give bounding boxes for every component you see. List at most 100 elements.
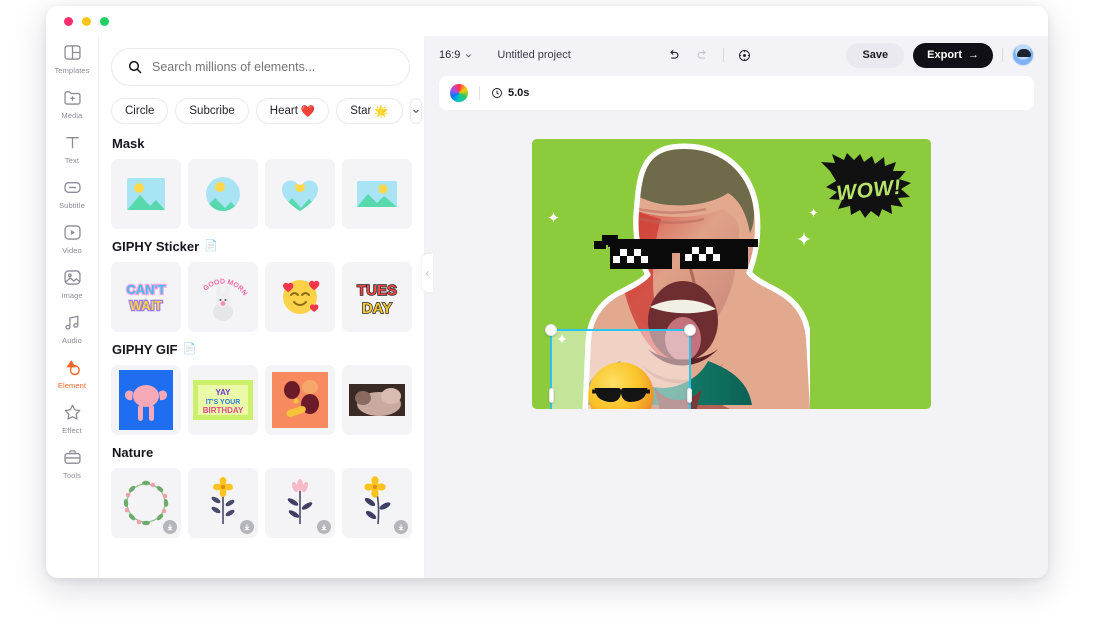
nature-yellow-daisy-thumb[interactable]	[342, 468, 412, 538]
wow-text: WOW!	[835, 175, 903, 206]
element-list[interactable]: Mask GIPHY Sticker 📄 CAN'T WAIT GOOD MOR…	[99, 136, 424, 538]
mask-circle-thumb[interactable]	[188, 159, 258, 229]
sidebar-item-media[interactable]: Media	[46, 81, 98, 125]
redo-button[interactable]	[694, 47, 711, 64]
resize-handle-middle-right[interactable]	[687, 387, 692, 403]
toolbar-divider	[1002, 48, 1003, 62]
svg-text:YAY: YAY	[216, 388, 232, 397]
sticker-smiling-hearts-thumb[interactable]	[265, 262, 335, 332]
chip-more-button[interactable]	[409, 98, 422, 124]
sidebar-item-effect[interactable]: Effect	[46, 396, 98, 440]
clock-icon	[492, 88, 502, 98]
search-icon	[128, 60, 142, 74]
heart-emoji-icon: ❤️	[300, 106, 316, 118]
media-folder-plus-icon	[63, 90, 81, 105]
download-badge[interactable]	[394, 520, 408, 534]
project-name[interactable]: Untitled project	[497, 49, 570, 61]
search-area	[99, 36, 424, 86]
minimize-window-button[interactable]	[82, 17, 91, 26]
section-label: Mask	[112, 136, 145, 151]
svg-text:BIRTHDAY: BIRTHDAY	[203, 406, 244, 415]
cool-sunglasses-emoji[interactable]	[582, 356, 660, 410]
sidebar-item-audio[interactable]: Audio	[46, 306, 98, 350]
gif-cat-photo-thumb[interactable]	[342, 365, 412, 435]
gif-strong-brain-icon	[119, 370, 173, 430]
gif-strong-brain-thumb[interactable]	[111, 365, 181, 435]
sidebar-item-subtitle[interactable]: Subtitle	[46, 171, 98, 215]
sticker-good-morning-icon: GOOD MORNING	[192, 266, 248, 321]
download-badge[interactable]	[163, 520, 177, 534]
duration-control[interactable]: 5.0s	[491, 87, 529, 99]
maximize-window-button[interactable]	[100, 17, 109, 26]
mask-rectangle-icon	[127, 178, 165, 210]
element-panel: Circle Subcribe Heart ❤️ Star 🌟 M	[99, 6, 433, 578]
sticker-cant-wait-thumb[interactable]: CAN'T WAIT	[111, 262, 181, 332]
effect-sparkle-icon	[64, 404, 80, 420]
section-title-giphy-gif: GIPHY GIF 📄	[112, 342, 412, 357]
mask-rectangle-wide-thumb[interactable]	[342, 159, 412, 229]
chip-subcribe[interactable]: Subcribe	[175, 98, 249, 124]
nature-pink-tulip-thumb[interactable]	[265, 468, 335, 538]
sidebar-item-text[interactable]: Text	[46, 126, 98, 170]
mask-rectangle-wide-icon	[357, 181, 397, 207]
image-icon	[63, 269, 81, 285]
history-tools	[665, 47, 753, 64]
canvas-stage[interactable]: WOW!	[425, 110, 1048, 578]
svg-text:TUES: TUES	[357, 282, 397, 299]
gif-cat-photo-icon	[349, 384, 405, 416]
giphy-badge-icon: 📄	[182, 343, 197, 355]
gif-orange-abstract-icon	[272, 372, 328, 428]
sidebar-item-tools[interactable]: Tools	[46, 441, 98, 485]
download-badge[interactable]	[240, 520, 254, 534]
selection-box[interactable]	[545, 324, 696, 410]
templates-icon	[63, 44, 81, 60]
search-input[interactable]	[152, 60, 394, 74]
svg-text:DAY: DAY	[362, 300, 392, 317]
window-titlebar	[46, 6, 1048, 36]
section-label: GIPHY Sticker	[112, 239, 200, 254]
sidebar-item-label: Image	[61, 290, 83, 300]
undo-button[interactable]	[665, 47, 682, 64]
window-controls	[64, 17, 109, 26]
mask-grid	[111, 159, 412, 229]
sidebar-item-label: Templates	[54, 65, 90, 75]
sticker-smiling-hearts-icon	[283, 280, 320, 314]
close-window-button[interactable]	[64, 17, 73, 26]
aspect-ratio-selector[interactable]: 16:9	[439, 49, 473, 61]
resize-handle-middle-left[interactable]	[549, 387, 554, 403]
design-canvas[interactable]: WOW!	[532, 139, 931, 409]
gif-orange-abstract-thumb[interactable]	[265, 365, 335, 435]
resize-handle-top-right[interactable]	[684, 324, 696, 336]
sidebar-item-templates[interactable]: Templates	[46, 36, 98, 80]
left-sidebar: Templates Media Text Subtitle Video Imag…	[46, 6, 99, 578]
nature-yellow-flower-thumb[interactable]	[188, 468, 258, 538]
download-badge[interactable]	[317, 520, 331, 534]
sidebar-item-label: Subtitle	[59, 200, 85, 210]
mask-rectangle-thumb[interactable]	[111, 159, 181, 229]
sticker-tuesday-thumb[interactable]: TUES DAY	[342, 262, 412, 332]
save-button[interactable]: Save	[846, 42, 905, 68]
gif-yay-birthday-icon: YAY IT'S YOUR BIRTHDAY	[193, 380, 253, 420]
panel-collapse-handle[interactable]	[422, 254, 433, 292]
chip-heart[interactable]: Heart ❤️	[255, 98, 330, 124]
undo-icon	[669, 49, 678, 59]
fit-to-screen-button[interactable]	[736, 47, 753, 64]
search-box[interactable]	[111, 48, 410, 86]
resize-handle-top-left[interactable]	[545, 324, 557, 336]
gif-yay-birthday-thumb[interactable]: YAY IT'S YOUR BIRTHDAY	[188, 365, 258, 435]
export-button[interactable]: Export →	[913, 42, 993, 68]
audio-note-icon	[64, 315, 78, 329]
chip-circle[interactable]: Circle	[111, 98, 169, 124]
sidebar-item-image[interactable]: Image	[46, 261, 98, 305]
mask-heart-thumb[interactable]	[265, 159, 335, 229]
avatar[interactable]	[1012, 44, 1034, 66]
color-wheel-icon[interactable]	[450, 84, 468, 102]
sticker-good-morning-thumb[interactable]: GOOD MORNING	[188, 262, 258, 332]
chip-star[interactable]: Star 🌟	[336, 98, 403, 124]
chip-label: Star	[350, 105, 372, 117]
nature-floral-wreath-thumb[interactable]	[111, 468, 181, 538]
wow-sticker[interactable]: WOW!	[816, 153, 922, 231]
section-title-nature: Nature	[112, 445, 412, 460]
sidebar-item-video[interactable]: Video	[46, 216, 98, 260]
sidebar-item-element[interactable]: Element	[46, 351, 98, 395]
